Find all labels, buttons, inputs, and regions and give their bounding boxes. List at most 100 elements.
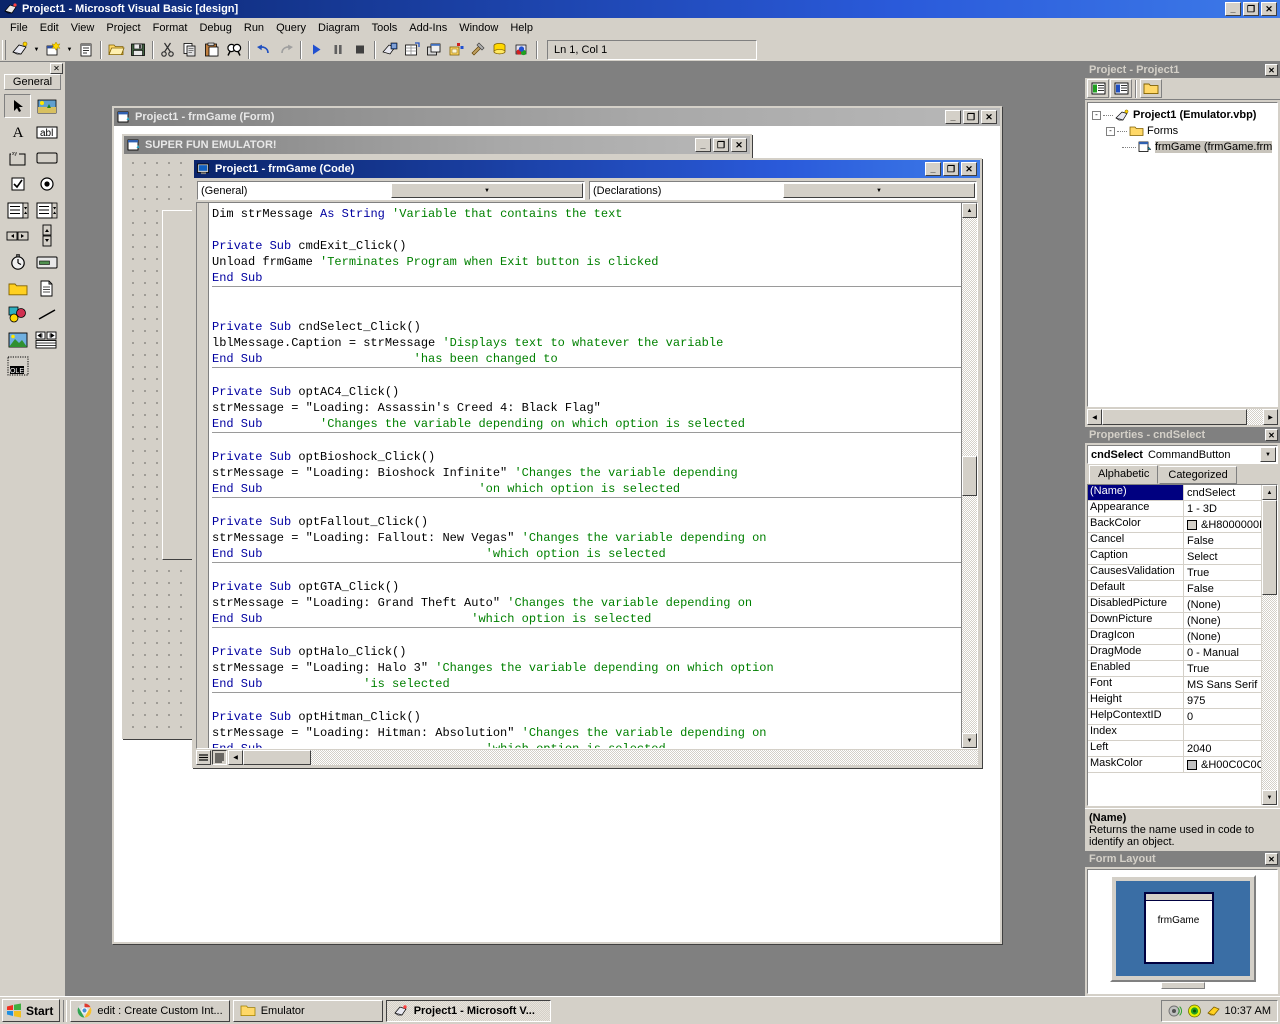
property-row[interactable]: Default False xyxy=(1088,581,1261,597)
project-expander-icon[interactable]: - xyxy=(1092,110,1101,120)
menu-item-edit[interactable]: Edit xyxy=(34,20,65,36)
scroll-up-icon[interactable]: ▲ xyxy=(962,203,977,218)
properties-grid[interactable]: (Name) cndSelect Appearance 1 - 3D BackColor… xyxy=(1088,485,1261,805)
property-row[interactable]: Index xyxy=(1088,725,1261,741)
add-project-icon[interactable] xyxy=(9,39,31,60)
property-row[interactable]: MaskColor&H00C0C0C0 xyxy=(1088,757,1261,773)
break-icon[interactable] xyxy=(327,39,349,60)
view-object-icon[interactable] xyxy=(1110,79,1132,98)
properties-vertical-scrollbar[interactable]: ▲ ▼ xyxy=(1261,485,1277,805)
toolbar-grip[interactable] xyxy=(2,39,6,60)
property-value[interactable] xyxy=(1184,725,1261,740)
object-dropdown[interactable]: (General) ▼ xyxy=(197,181,585,200)
object-browser-icon[interactable] xyxy=(445,39,467,60)
property-row[interactable]: DownPicture (None) xyxy=(1088,613,1261,629)
property-value[interactable]: cndSelect xyxy=(1184,485,1261,500)
property-value[interactable]: 0 - Manual xyxy=(1184,645,1261,660)
properties-window-icon[interactable] xyxy=(401,39,423,60)
add-form-icon[interactable] xyxy=(42,39,64,60)
picturebox-icon[interactable] xyxy=(33,94,60,118)
taskbar-item-emulator[interactable]: Emulator xyxy=(232,999,383,1022)
menu-item-debug[interactable]: Debug xyxy=(193,20,237,36)
property-value[interactable]: &H00C0C0C0 xyxy=(1184,757,1261,772)
property-value[interactable]: (None) xyxy=(1184,629,1261,644)
property-row[interactable]: Appearance 1 - 3D xyxy=(1088,501,1261,517)
form-layout-thumbnail[interactable]: frmGame xyxy=(1143,891,1214,964)
scroll-down-icon[interactable]: ▼ xyxy=(962,733,977,748)
open-project-icon[interactable] xyxy=(105,39,127,60)
checkbox-icon[interactable] xyxy=(4,172,31,196)
optionbutton-icon[interactable] xyxy=(33,172,60,196)
tree-row-forms[interactable]: - Forms xyxy=(1090,123,1275,139)
form-designer-window[interactable]: Project1 - frmGame (Form) _ ❐ ✕ SUPER FU… xyxy=(112,106,1002,944)
start-button[interactable]: Start xyxy=(2,999,61,1022)
menu-item-help[interactable]: Help xyxy=(504,20,539,36)
minimize-button[interactable]: _ xyxy=(1225,2,1241,16)
project-hscroll-right-icon[interactable]: ▶ xyxy=(1263,409,1278,425)
project-tree-hscrollbar[interactable]: ◀ ▶ xyxy=(1087,409,1278,425)
property-value[interactable]: False xyxy=(1184,533,1261,548)
tab-categorized[interactable]: Categorized xyxy=(1159,466,1237,484)
menu-item-addins[interactable]: Add-Ins xyxy=(403,20,453,36)
property-value[interactable]: False xyxy=(1184,581,1261,596)
menu-item-file[interactable]: File xyxy=(4,20,34,36)
shape-icon[interactable] xyxy=(4,302,31,326)
toggle-folders-icon[interactable] xyxy=(1140,79,1162,98)
project-tree[interactable]: - Project1 (Emulator.vbp) - Forms frmGam… xyxy=(1087,102,1278,407)
property-row[interactable]: Font MS Sans Serif xyxy=(1088,677,1261,693)
update-icon[interactable] xyxy=(1206,1004,1221,1018)
form-designer-maximize-button[interactable]: ❐ xyxy=(963,110,979,124)
frame-icon[interactable]: xy xyxy=(4,146,31,170)
redo-icon[interactable] xyxy=(275,39,297,60)
end-icon[interactable] xyxy=(349,39,371,60)
property-row[interactable]: DragMode 0 - Manual xyxy=(1088,645,1261,661)
properties-scroll-up-icon[interactable]: ▲ xyxy=(1262,485,1277,500)
toolbox-tab-general[interactable]: General xyxy=(4,74,61,90)
project-hscroll-left-icon[interactable]: ◀ xyxy=(1087,409,1102,425)
object-dropdown-chevron-down-icon[interactable]: ▼ xyxy=(391,183,583,198)
timer-icon[interactable] xyxy=(4,250,31,274)
property-row[interactable]: DisabledPicture (None) xyxy=(1088,597,1261,613)
paste-icon[interactable] xyxy=(201,39,223,60)
restore-button[interactable]: ❐ xyxy=(1243,2,1259,16)
data-icon[interactable] xyxy=(33,328,60,352)
hscroll-thumb[interactable] xyxy=(243,750,311,765)
menu-item-tools[interactable]: Tools xyxy=(366,20,404,36)
view-code-icon[interactable] xyxy=(1087,79,1109,98)
antivirus-icon[interactable] xyxy=(1187,1004,1202,1018)
property-value[interactable]: 1 - 3D xyxy=(1184,501,1261,516)
project-hscroll-thumb[interactable] xyxy=(1102,409,1247,425)
code-window-maximize-button[interactable]: ❐ xyxy=(943,162,959,176)
full-module-view-icon[interactable] xyxy=(212,750,227,765)
form-layout-body[interactable]: frmGame xyxy=(1087,869,1278,994)
menu-item-diagram[interactable]: Diagram xyxy=(312,20,366,36)
property-row[interactable]: HelpContextID 0 xyxy=(1088,709,1261,725)
tree-row-frmgame[interactable]: frmGame (frmGame.frm xyxy=(1090,139,1275,155)
property-row[interactable]: CausesValidation True xyxy=(1088,565,1261,581)
code-window[interactable]: Project1 - frmGame (Code) _ ❐ ✕ (General… xyxy=(192,158,982,768)
menu-item-run[interactable]: Run xyxy=(238,20,270,36)
clock[interactable]: 10:37 AM xyxy=(1225,1005,1271,1017)
cut-icon[interactable] xyxy=(157,39,179,60)
taskbar-item-vb[interactable]: Project1 - Microsoft V... xyxy=(385,999,551,1022)
menu-item-view[interactable]: View xyxy=(65,20,101,36)
property-row[interactable]: DragIcon (None) xyxy=(1088,629,1261,645)
toolbox-icon[interactable] xyxy=(467,39,489,60)
taskbar-item-chrome[interactable]: edit : Create Custom Int... xyxy=(70,999,230,1022)
forms-expander-icon[interactable]: - xyxy=(1106,126,1115,136)
property-row[interactable]: Enabled True xyxy=(1088,661,1261,677)
property-value[interactable]: True xyxy=(1184,565,1261,580)
code-window-close-button[interactable]: ✕ xyxy=(961,162,977,176)
procedure-view-icon[interactable] xyxy=(196,750,211,765)
vscrollbar-icon[interactable] xyxy=(33,224,60,248)
code-window-minimize-button[interactable]: _ xyxy=(925,162,941,176)
properties-vscroll-track[interactable] xyxy=(1262,595,1277,790)
hscroll-track[interactable] xyxy=(243,750,978,765)
code-text-area[interactable]: Dim strMessage As String 'Variable that … xyxy=(209,203,961,748)
volume-icon[interactable] xyxy=(1168,1004,1183,1018)
tab-alphabetic[interactable]: Alphabetic xyxy=(1089,465,1159,484)
menu-editor-icon[interactable] xyxy=(75,39,97,60)
label-icon[interactable]: A xyxy=(4,120,31,144)
vscroll-track-lower[interactable] xyxy=(962,495,977,733)
menu-item-format[interactable]: Format xyxy=(147,20,194,36)
